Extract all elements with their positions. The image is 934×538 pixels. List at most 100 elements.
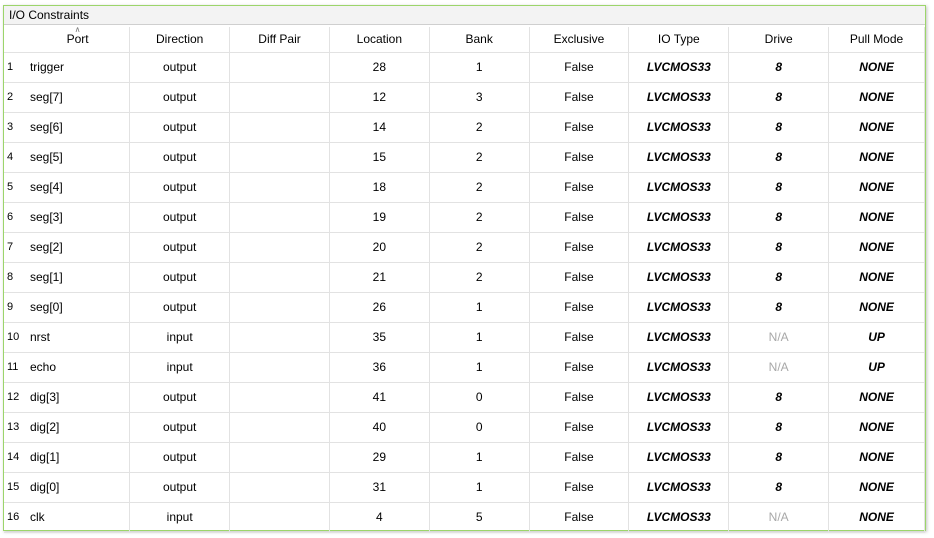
cell-bank[interactable]: 1 [429, 52, 530, 83]
cell-direction[interactable]: output [129, 202, 231, 233]
cell-port[interactable]: trigger [25, 52, 131, 83]
table-row[interactable]: 12 dig[3] output 41 0 False LVCMOS33 8 N… [4, 382, 925, 413]
table-row[interactable]: 6 seg[3] output 19 2 False LVCMOS33 8 NO… [4, 202, 925, 233]
column-header-direction[interactable]: Direction [129, 27, 231, 53]
cell-drive[interactable]: 8 [728, 442, 830, 473]
table-row[interactable]: 14 dig[1] output 29 1 False LVCMOS33 8 N… [4, 442, 925, 473]
cell-location[interactable]: 29 [329, 442, 430, 473]
cell-diff-pair[interactable] [229, 382, 330, 413]
cell-diff-pair[interactable] [229, 472, 330, 503]
cell-io-type[interactable]: LVCMOS33 [628, 352, 730, 383]
cell-direction[interactable]: output [129, 232, 231, 263]
cell-bank[interactable]: 2 [429, 142, 530, 173]
cell-pull-mode[interactable]: NONE [828, 172, 925, 203]
cell-diff-pair[interactable] [229, 502, 330, 533]
table-row[interactable]: 7 seg[2] output 20 2 False LVCMOS33 8 NO… [4, 232, 925, 263]
cell-io-type[interactable]: LVCMOS33 [628, 232, 730, 263]
cell-diff-pair[interactable] [229, 82, 330, 113]
cell-drive[interactable]: 8 [728, 142, 830, 173]
table-row[interactable]: 8 seg[1] output 21 2 False LVCMOS33 8 NO… [4, 262, 925, 293]
cell-bank[interactable]: 5 [429, 502, 530, 533]
cell-exclusive[interactable]: False [529, 352, 630, 383]
cell-pull-mode[interactable]: UP [828, 322, 925, 353]
cell-port[interactable]: seg[3] [25, 202, 131, 233]
cell-drive[interactable]: 8 [728, 172, 830, 203]
cell-location[interactable]: 31 [329, 472, 430, 503]
cell-port[interactable]: seg[0] [25, 292, 131, 323]
cell-drive[interactable]: N/A [728, 502, 830, 533]
cell-direction[interactable]: output [129, 82, 231, 113]
cell-drive[interactable]: 8 [728, 262, 830, 293]
cell-pull-mode[interactable]: NONE [828, 502, 925, 533]
cell-direction[interactable]: output [129, 472, 231, 503]
cell-location[interactable]: 41 [329, 382, 430, 413]
column-header-diff-pair[interactable]: Diff Pair [229, 27, 330, 53]
cell-direction[interactable]: input [129, 502, 231, 533]
column-header-exclusive[interactable]: Exclusive [529, 27, 630, 53]
table-row[interactable]: 2 seg[7] output 12 3 False LVCMOS33 8 NO… [4, 82, 925, 113]
cell-exclusive[interactable]: False [529, 172, 630, 203]
cell-bank[interactable]: 2 [429, 232, 530, 263]
cell-io-type[interactable]: LVCMOS33 [628, 472, 730, 503]
cell-io-type[interactable]: LVCMOS33 [628, 322, 730, 353]
cell-exclusive[interactable]: False [529, 232, 630, 263]
cell-pull-mode[interactable]: NONE [828, 202, 925, 233]
cell-direction[interactable]: input [129, 352, 231, 383]
cell-port[interactable]: dig[3] [25, 382, 131, 413]
cell-io-type[interactable]: LVCMOS33 [628, 292, 730, 323]
cell-diff-pair[interactable] [229, 352, 330, 383]
cell-io-type[interactable]: LVCMOS33 [628, 112, 730, 143]
cell-exclusive[interactable]: False [529, 262, 630, 293]
cell-diff-pair[interactable] [229, 292, 330, 323]
cell-port[interactable]: echo [25, 352, 131, 383]
cell-exclusive[interactable]: False [529, 112, 630, 143]
cell-exclusive[interactable]: False [529, 502, 630, 533]
table-row[interactable]: 10 nrst input 35 1 False LVCMOS33 N/A UP [4, 322, 925, 353]
cell-port[interactable]: seg[1] [25, 262, 131, 293]
cell-location[interactable]: 28 [329, 52, 430, 83]
table-row[interactable]: 16 clk input 4 5 False LVCMOS33 N/A NONE [4, 502, 925, 533]
table-row[interactable]: 3 seg[6] output 14 2 False LVCMOS33 8 NO… [4, 112, 925, 143]
cell-bank[interactable]: 1 [429, 442, 530, 473]
cell-diff-pair[interactable] [229, 412, 330, 443]
cell-pull-mode[interactable]: UP [828, 352, 925, 383]
cell-drive[interactable]: 8 [728, 52, 830, 83]
column-header-pull-mode[interactable]: Pull Mode [828, 27, 925, 53]
cell-port[interactable]: clk [25, 502, 131, 533]
cell-pull-mode[interactable]: NONE [828, 142, 925, 173]
cell-io-type[interactable]: LVCMOS33 [628, 82, 730, 113]
cell-pull-mode[interactable]: NONE [828, 412, 925, 443]
cell-location[interactable]: 12 [329, 82, 430, 113]
cell-bank[interactable]: 0 [429, 382, 530, 413]
cell-direction[interactable]: output [129, 142, 231, 173]
cell-bank[interactable]: 2 [429, 112, 530, 143]
cell-port[interactable]: dig[2] [25, 412, 131, 443]
cell-direction[interactable]: output [129, 112, 231, 143]
cell-exclusive[interactable]: False [529, 442, 630, 473]
cell-direction[interactable]: input [129, 322, 231, 353]
cell-pull-mode[interactable]: NONE [828, 292, 925, 323]
cell-port[interactable]: nrst [25, 322, 131, 353]
cell-exclusive[interactable]: False [529, 292, 630, 323]
cell-drive[interactable]: 8 [728, 202, 830, 233]
column-header-port[interactable]: ∧ Port [25, 27, 131, 53]
cell-port[interactable]: dig[1] [25, 442, 131, 473]
cell-diff-pair[interactable] [229, 142, 330, 173]
cell-direction[interactable]: output [129, 172, 231, 203]
cell-pull-mode[interactable]: NONE [828, 472, 925, 503]
table-row[interactable]: 4 seg[5] output 15 2 False LVCMOS33 8 NO… [4, 142, 925, 173]
cell-pull-mode[interactable]: NONE [828, 82, 925, 113]
cell-bank[interactable]: 0 [429, 412, 530, 443]
cell-port[interactable]: seg[7] [25, 82, 131, 113]
cell-diff-pair[interactable] [229, 232, 330, 263]
cell-location[interactable]: 36 [329, 352, 430, 383]
cell-exclusive[interactable]: False [529, 202, 630, 233]
cell-location[interactable]: 26 [329, 292, 430, 323]
cell-pull-mode[interactable]: NONE [828, 382, 925, 413]
table-row[interactable]: 15 dig[0] output 31 1 False LVCMOS33 8 N… [4, 472, 925, 503]
cell-diff-pair[interactable] [229, 262, 330, 293]
cell-bank[interactable]: 1 [429, 322, 530, 353]
cell-direction[interactable]: output [129, 442, 231, 473]
cell-exclusive[interactable]: False [529, 82, 630, 113]
cell-pull-mode[interactable]: NONE [828, 262, 925, 293]
